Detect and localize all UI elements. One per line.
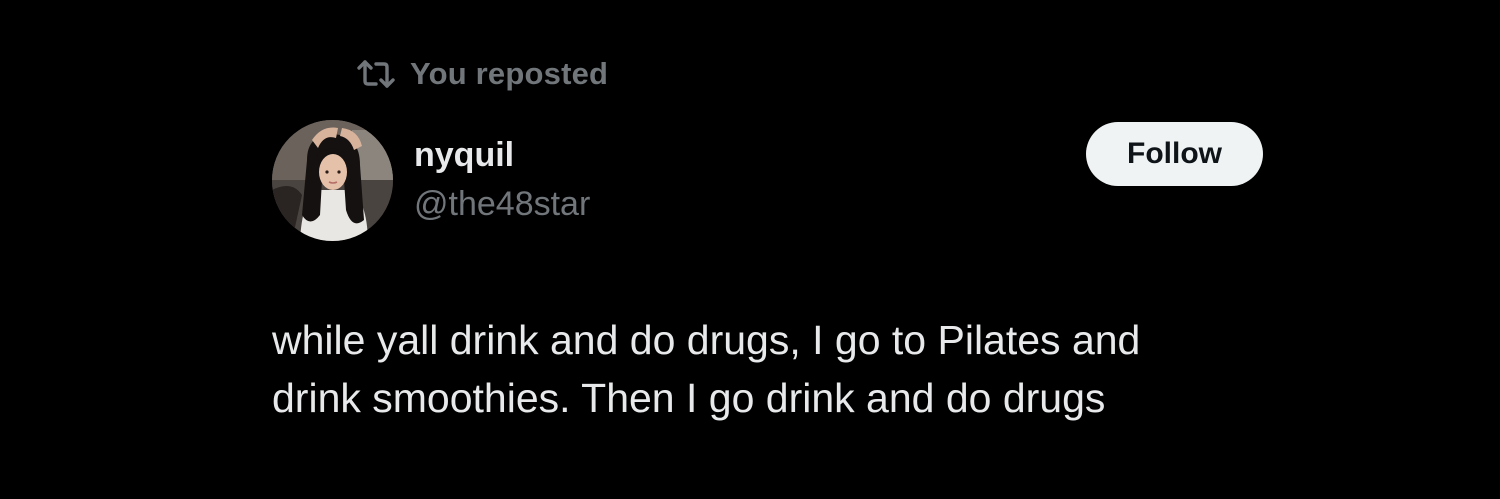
avatar[interactable] xyxy=(272,120,393,241)
repost-indicator: You reposted xyxy=(356,54,608,94)
follow-button[interactable]: Follow xyxy=(1086,122,1263,186)
display-name[interactable]: nyquil xyxy=(414,133,514,177)
tweet-text: while yall drink and do drugs, I go to P… xyxy=(272,311,1272,427)
tweet-text-line-1: while yall drink and do drugs, I go to P… xyxy=(272,317,1141,363)
repost-icon xyxy=(357,60,395,88)
tweet-text-line-2: drink smoothies. Then I go drink and do … xyxy=(272,375,1106,421)
repost-label: You reposted xyxy=(410,56,609,91)
user-handle[interactable]: @the48star xyxy=(414,182,590,226)
avatar-photo xyxy=(272,120,393,241)
